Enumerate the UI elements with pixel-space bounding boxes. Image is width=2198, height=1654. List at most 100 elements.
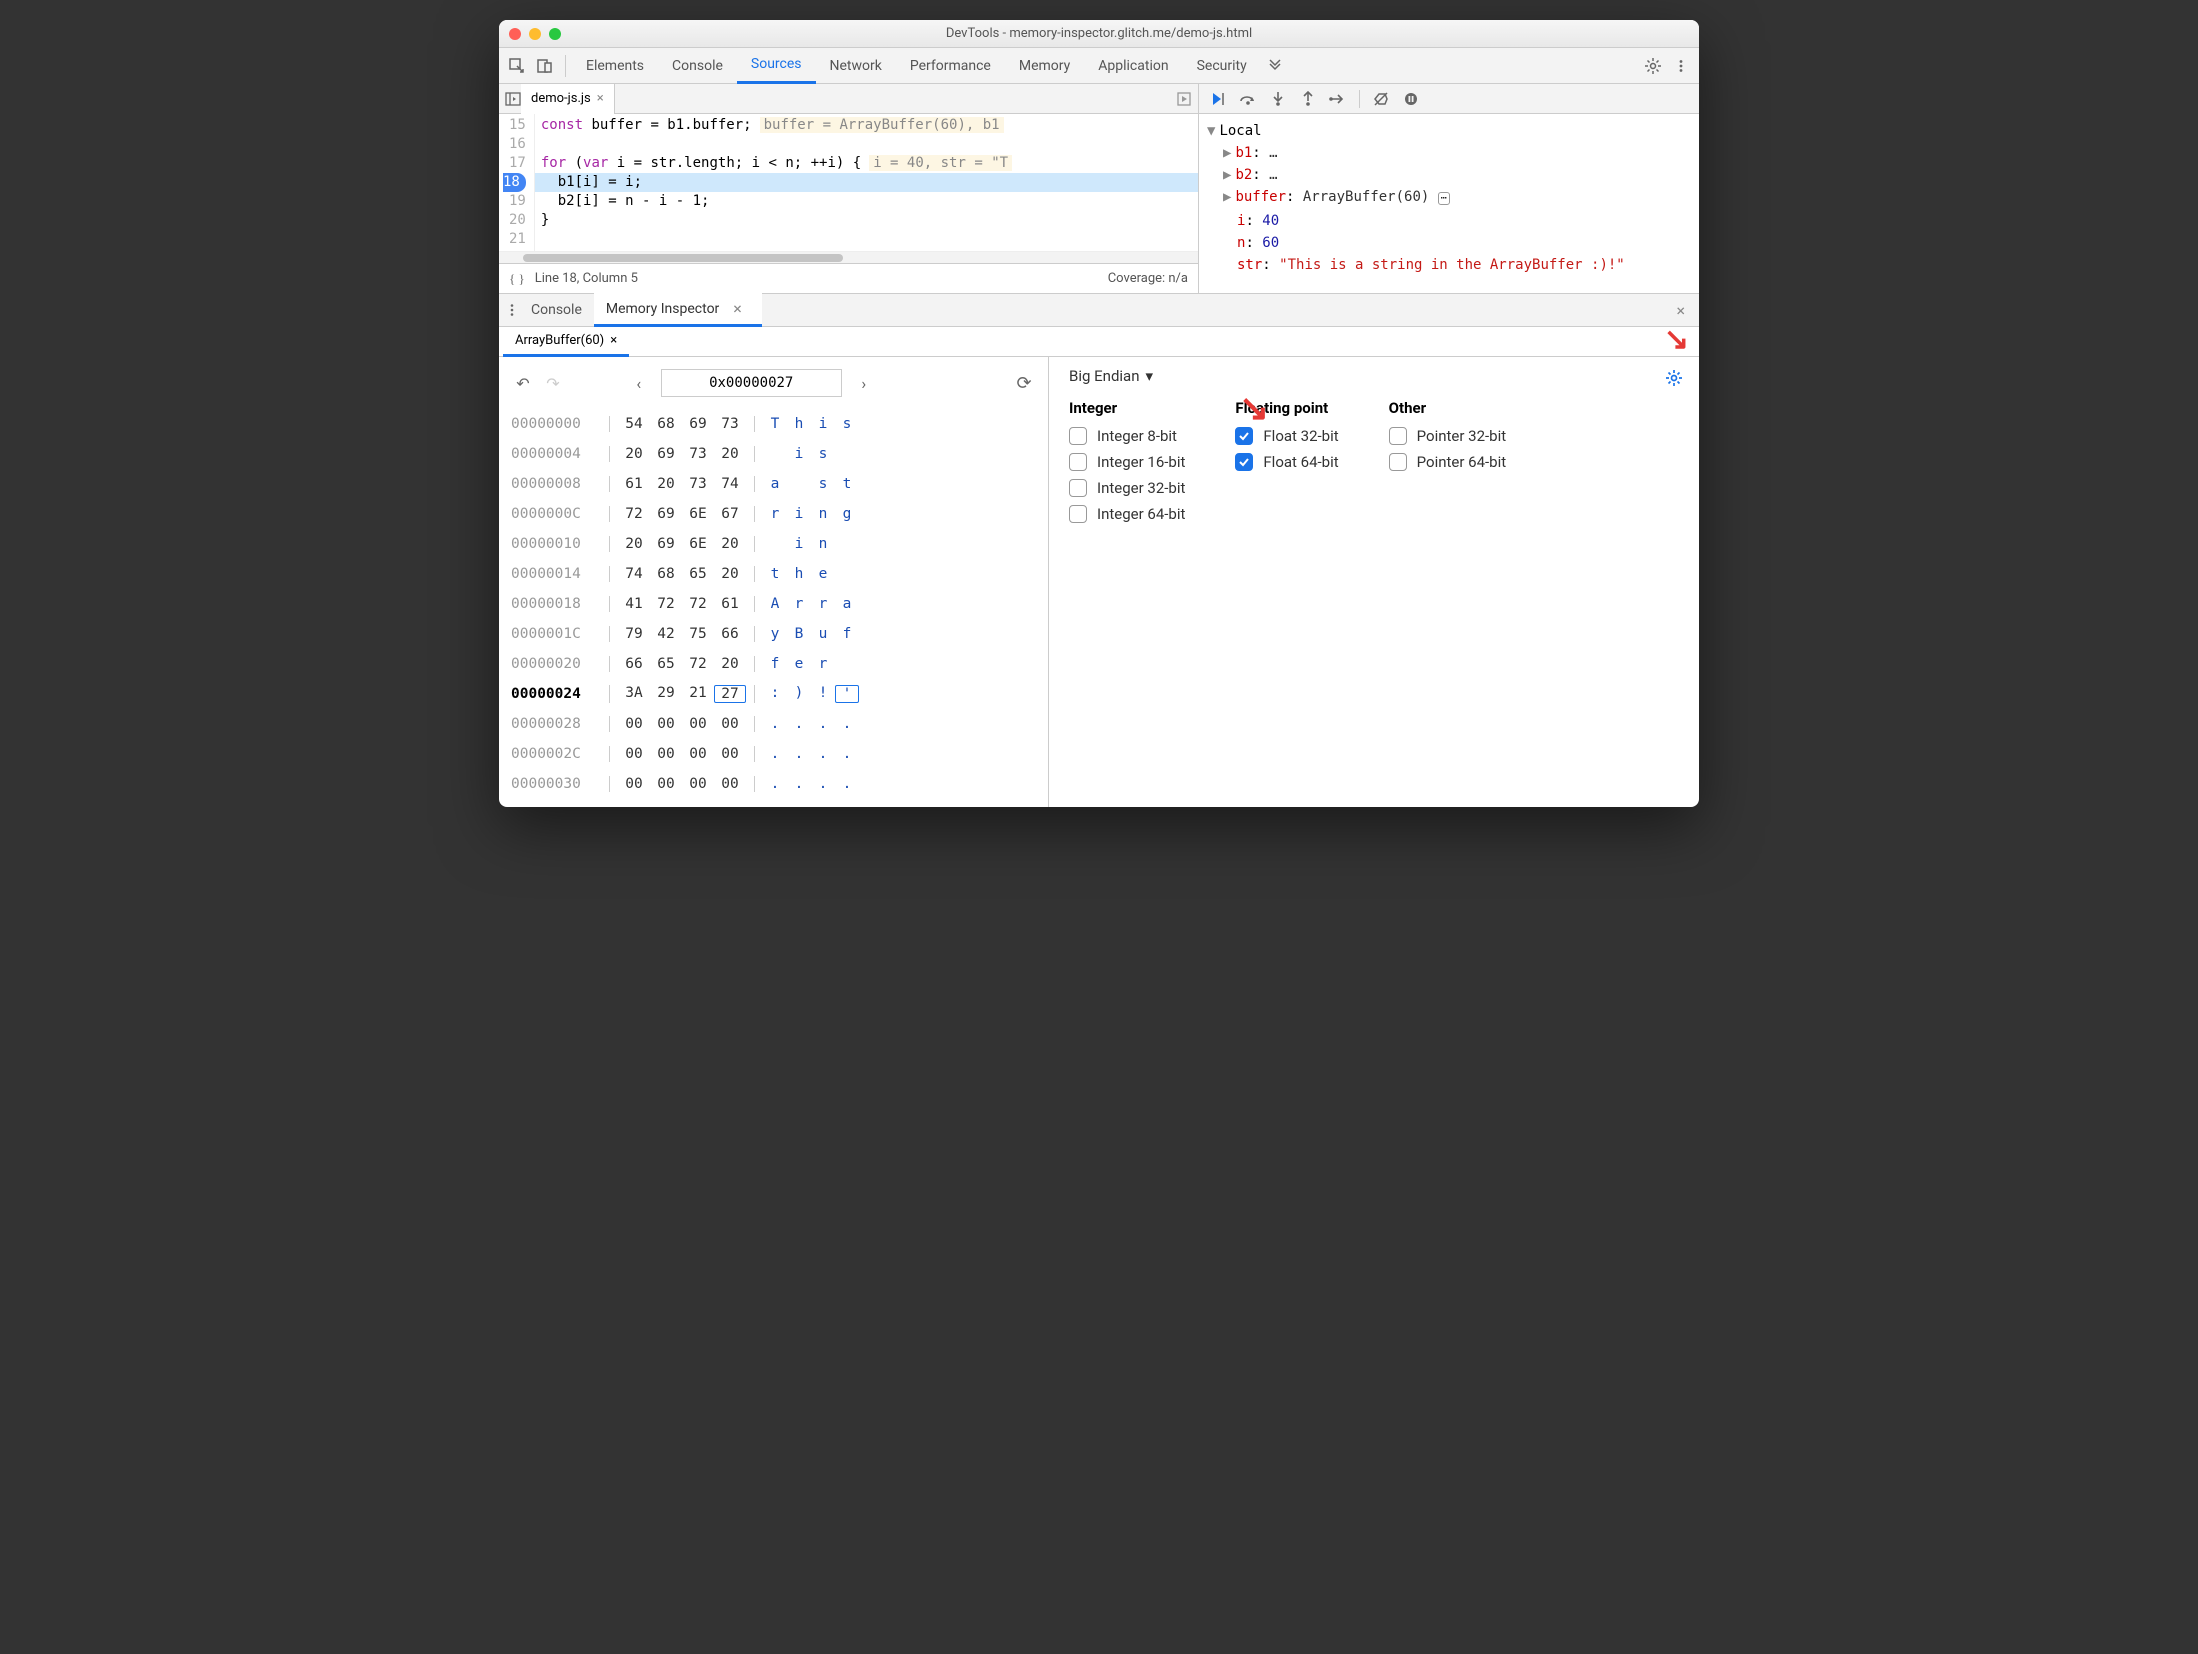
hex-row[interactable]: 0000001020696E20 in	[511, 529, 1036, 559]
hex-row[interactable]: 0000003000000000....	[511, 769, 1036, 799]
type-option[interactable]: Integer 32-bit	[1069, 479, 1185, 497]
type-option-label: Integer 16-bit	[1097, 453, 1185, 471]
tab-security[interactable]: Security	[1183, 48, 1261, 84]
close-file-tab-icon[interactable]: ×	[597, 91, 604, 106]
prev-page-icon[interactable]: ‹	[627, 374, 651, 393]
scope-var-b2[interactable]: ▶b2: …	[1223, 164, 1691, 186]
horizontal-scrollbar[interactable]	[499, 251, 1198, 263]
memory-inspector-tabs: ArrayBuffer(60) × ↘	[499, 327, 1699, 357]
devtools-window: DevTools - memory-inspector.glitch.me/de…	[499, 20, 1699, 807]
type-option[interactable]: Float 64-bit	[1235, 453, 1338, 471]
mi-navigation: ↶ ↷ ‹ › ⟳	[503, 365, 1044, 409]
hex-row[interactable]: 0000001841727261Arra	[511, 589, 1036, 619]
hex-viewer: ↶ ↷ ‹ › ⟳ 0000000054686973This0000000420…	[499, 357, 1049, 807]
drawer-tab-console[interactable]: Console	[519, 293, 594, 327]
checkbox-icon[interactable]	[1069, 479, 1087, 497]
resume-icon[interactable]	[1209, 90, 1227, 108]
type-option-label: Integer 8-bit	[1097, 427, 1177, 445]
hex-row[interactable]: 0000000054686973This	[511, 409, 1036, 439]
drawer-tabbar: ConsoleMemory Inspector × ×	[499, 293, 1699, 327]
refresh-icon[interactable]: ⟳	[1012, 373, 1036, 394]
code-editor[interactable]: 15161718192021 const buffer = b1.buffer;…	[499, 114, 1198, 251]
editor-statusbar: { } Line 18, Column 5 Coverage: n/a	[499, 263, 1198, 293]
hex-row[interactable]: 0000002C00000000....	[511, 739, 1036, 769]
tab-memory[interactable]: Memory	[1005, 48, 1084, 84]
checkbox-icon[interactable]	[1389, 453, 1407, 471]
type-col-title: Integer	[1069, 399, 1185, 417]
hex-grid[interactable]: 0000000054686973This0000000420697320 is …	[503, 409, 1044, 799]
more-tabs-icon[interactable]	[1261, 52, 1289, 80]
type-option[interactable]: Integer 64-bit	[1069, 505, 1185, 523]
close-tab-icon[interactable]: ×	[725, 299, 750, 318]
checkbox-icon[interactable]	[1069, 427, 1087, 445]
coverage-status: Coverage: n/a	[1108, 271, 1188, 286]
navigator-toggle-icon[interactable]	[505, 91, 521, 107]
mi-buffer-tab[interactable]: ArrayBuffer(60) ×	[503, 327, 629, 357]
close-mi-tab-icon[interactable]: ×	[610, 333, 617, 348]
titlebar: DevTools - memory-inspector.glitch.me/de…	[499, 20, 1699, 48]
scope-var-buffer[interactable]: ▶buffer: ArrayBuffer(60) ⋯	[1223, 186, 1691, 210]
type-option[interactable]: Pointer 32-bit	[1389, 427, 1507, 445]
step-out-icon[interactable]	[1299, 90, 1317, 108]
tab-elements[interactable]: Elements	[572, 48, 658, 84]
type-option[interactable]: Integer 8-bit	[1069, 427, 1185, 445]
tab-application[interactable]: Application	[1084, 48, 1182, 84]
undo-icon[interactable]: ↶	[511, 374, 535, 393]
hex-row[interactable]: 0000000420697320 is	[511, 439, 1036, 469]
next-page-icon[interactable]: ›	[852, 374, 876, 393]
type-option-label: Float 32-bit	[1263, 427, 1338, 445]
address-input[interactable]	[661, 369, 842, 397]
file-tab-demo-js[interactable]: demo-js.js ×	[521, 84, 615, 114]
scope-var-n: n: 60	[1223, 232, 1691, 254]
settings-gear-icon[interactable]	[1639, 52, 1667, 80]
close-drawer-icon[interactable]: ×	[1668, 301, 1693, 320]
checkbox-icon[interactable]	[1235, 427, 1253, 445]
file-tabbar: demo-js.js ×	[499, 84, 1198, 114]
scope-local-header[interactable]: ▼Local	[1207, 120, 1691, 142]
drawer-kebab-icon[interactable]	[505, 303, 519, 317]
type-option[interactable]: Integer 16-bit	[1069, 453, 1185, 471]
type-option-label: Float 64-bit	[1263, 453, 1338, 471]
inspect-icon[interactable]	[503, 52, 531, 80]
type-col-integer: Integer Integer 8-bit Integer 16-bit Intege…	[1069, 399, 1185, 531]
checkbox-icon[interactable]	[1069, 453, 1087, 471]
endian-select[interactable]: Big Endian ▾	[1069, 367, 1679, 385]
type-option[interactable]: Pointer 64-bit	[1389, 453, 1507, 471]
checkbox-icon[interactable]	[1069, 505, 1087, 523]
value-interpreter: Big Endian ▾ ↘ IntegerInteger 8-bitInteg…	[1049, 357, 1699, 807]
hex-row[interactable]: 000000243A292127:)!'	[511, 679, 1036, 709]
scope-var-str: str: "This is a string in the ArrayBuffe…	[1223, 254, 1691, 276]
hex-row[interactable]: 0000001474686520the	[511, 559, 1036, 589]
deactivate-breakpoints-icon[interactable]	[1372, 90, 1390, 108]
type-option-label: Integer 32-bit	[1097, 479, 1185, 497]
checkbox-icon[interactable]	[1389, 427, 1407, 445]
scope-var-b1[interactable]: ▶b1: …	[1223, 142, 1691, 164]
hex-row[interactable]: 0000002066657220fer	[511, 649, 1036, 679]
type-option-label: Pointer 64-bit	[1417, 453, 1507, 471]
pause-on-exceptions-icon[interactable]	[1402, 90, 1420, 108]
tab-sources[interactable]: Sources	[737, 48, 816, 84]
step-icon[interactable]	[1329, 90, 1347, 108]
hex-row[interactable]: 0000002800000000....	[511, 709, 1036, 739]
type-col-title: Other	[1389, 399, 1507, 417]
run-snippet-icon[interactable]	[1176, 91, 1192, 107]
tab-performance[interactable]: Performance	[896, 48, 1005, 84]
tab-console[interactable]: Console	[658, 48, 737, 84]
redo-icon[interactable]: ↷	[541, 374, 565, 393]
line-gutter: 15161718192021	[499, 114, 535, 251]
hex-row[interactable]: 0000000C72696E67ring	[511, 499, 1036, 529]
settings-gear-icon[interactable]	[1665, 369, 1683, 387]
tab-network[interactable]: Network	[816, 48, 896, 84]
hex-row[interactable]: 0000000861207374a st	[511, 469, 1036, 499]
drawer-tab-memory-inspector[interactable]: Memory Inspector ×	[594, 293, 762, 327]
device-toolbar-icon[interactable]	[531, 52, 559, 80]
pretty-print-icon[interactable]: { }	[509, 271, 525, 287]
kebab-menu-icon[interactable]	[1667, 52, 1695, 80]
dropdown-caret-icon: ▾	[1146, 367, 1154, 385]
type-option-label: Pointer 32-bit	[1417, 427, 1507, 445]
hex-row[interactable]: 0000001C79427566yBuf	[511, 619, 1036, 649]
checkbox-icon[interactable]	[1235, 453, 1253, 471]
step-into-icon[interactable]	[1269, 90, 1287, 108]
type-option[interactable]: Float 32-bit	[1235, 427, 1338, 445]
step-over-icon[interactable]	[1239, 90, 1257, 108]
